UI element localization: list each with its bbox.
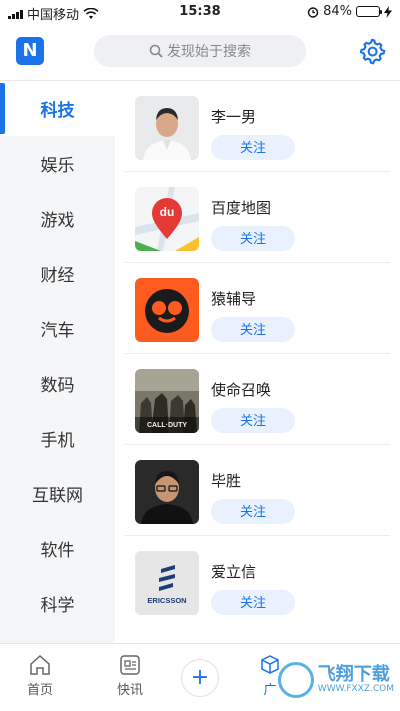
list-item[interactable]: 毕胜 关注 [125, 445, 390, 536]
sidebar-item-science[interactable]: 科学 [0, 576, 115, 631]
tab-home[interactable]: 首页 [0, 644, 80, 711]
app-header: N 发现始于搜索 [0, 28, 400, 78]
sidebar-item-label: 游戏 [40, 211, 75, 231]
follow-button[interactable]: 关注 [211, 317, 295, 342]
watermark-title: 飞翔下载 [317, 664, 390, 685]
item-name[interactable]: 爱立信 [211, 561, 256, 582]
battery-percent: 84% [323, 4, 352, 19]
follow-button[interactable]: 关注 [211, 590, 295, 615]
sidebar-item-internet[interactable]: 互联网 [0, 466, 115, 521]
sidebar-item-label: 互联网 [32, 486, 83, 506]
watermark-url: WWW.FXXZ.COM [317, 684, 394, 694]
tab-home-label: 首页 [26, 683, 53, 698]
news-icon [120, 655, 140, 675]
sidebar-item-digital[interactable]: 数码 [0, 356, 115, 411]
sidebar-item-label: 汽车 [40, 321, 75, 341]
sidebar-item-auto[interactable]: 汽车 [0, 301, 115, 356]
yuanfudao-logo-icon [135, 278, 199, 342]
charging-icon [384, 5, 392, 18]
avatar-li-yinan[interactable] [135, 96, 199, 160]
person-photo-icon [135, 460, 199, 524]
baidu-map-icon: du [135, 187, 199, 251]
cod-thumb-text: CALL·DUTY [147, 422, 187, 429]
avatar-ericsson[interactable]: ERICSSON [135, 551, 199, 615]
item-name[interactable]: 李一男 [211, 106, 256, 127]
sidebar-item-label: 财经 [40, 266, 75, 286]
search-placeholder: 发现始于搜索 [167, 44, 251, 60]
search-icon [149, 44, 163, 58]
follow-button[interactable]: 关注 [211, 408, 295, 433]
list-item[interactable]: ERICSSON 爱立信 关注 [125, 536, 390, 627]
sidebar-item-label: 手机 [40, 431, 75, 451]
status-bar: 中国移动 15:38 84% [0, 0, 400, 24]
sidebar-item-label: 科技 [40, 101, 75, 121]
tab-news[interactable]: 快讯 [90, 644, 170, 711]
battery-icon [356, 6, 382, 17]
item-name[interactable]: 使命召唤 [211, 379, 271, 400]
list-item[interactable]: du 百度地图 关注 [125, 172, 390, 263]
sidebar-item-label: 娱乐 [40, 156, 75, 176]
baidu-thumb-text: du [160, 205, 175, 219]
ericsson-thumb-text: ERICSSON [147, 596, 186, 605]
avatar-call-of-duty[interactable]: CALL·DUTY [135, 369, 199, 433]
alarm-icon [307, 6, 319, 18]
add-button[interactable]: + [181, 659, 219, 697]
search-bar[interactable]: 发现始于搜索 [94, 35, 306, 67]
bottom-nav: 首页 快讯 + 广 飞翔下载 WWW.FXXZ.COM [0, 643, 400, 711]
sidebar-item-label: 软件 [40, 541, 75, 561]
app-logo[interactable]: N [16, 37, 44, 65]
sidebar-item-finance[interactable]: 财经 [0, 246, 115, 301]
sidebar-item-games[interactable]: 游戏 [0, 191, 115, 246]
sidebar-item-label: 科学 [40, 596, 75, 616]
call-of-duty-cover-icon: CALL·DUTY [135, 369, 199, 433]
sidebar-item-mobile[interactable]: 手机 [0, 411, 115, 466]
item-name[interactable]: 百度地图 [211, 197, 271, 218]
category-sidebar: 科技 娱乐 游戏 财经 汽车 数码 手机 互联网 软件 科学 [0, 81, 115, 643]
follow-button[interactable]: 关注 [211, 226, 295, 251]
home-icon [30, 654, 50, 675]
item-name[interactable]: 毕胜 [211, 470, 241, 491]
sidebar-item-software[interactable]: 软件 [0, 521, 115, 576]
ericsson-logo-icon: ERICSSON [135, 551, 199, 615]
avatar-yuanfudao[interactable] [135, 278, 199, 342]
list-item[interactable]: 李一男 关注 [125, 81, 390, 172]
item-name[interactable]: 猿辅导 [211, 288, 256, 309]
watermark: 飞翔下载 WWW.FXXZ.COM [277, 662, 394, 698]
gear-icon[interactable] [358, 37, 386, 65]
watermark-logo-icon [277, 662, 314, 698]
follow-button[interactable]: 关注 [211, 499, 295, 524]
follow-button[interactable]: 关注 [211, 135, 295, 160]
sidebar-item-label: 数码 [40, 376, 75, 396]
tab-news-label: 快讯 [116, 683, 143, 698]
avatar-baidu-map[interactable]: du [135, 187, 199, 251]
list-item[interactable]: CALL·DUTY 使命召唤 关注 [125, 354, 390, 445]
tab-third-label: 广 [263, 683, 277, 698]
list-item[interactable]: 猿辅导 关注 [125, 263, 390, 354]
sidebar-item-entertainment[interactable]: 娱乐 [0, 136, 115, 191]
avatar-bi-sheng[interactable] [135, 460, 199, 524]
status-right: 84% [307, 4, 392, 19]
person-photo-icon [135, 96, 199, 160]
account-list: 李一男 关注 du 百度地图 关注 猿辅导 关注 CALL·DUTY 使命召唤 … [125, 81, 390, 643]
sidebar-item-tech[interactable]: 科技 [0, 81, 115, 136]
